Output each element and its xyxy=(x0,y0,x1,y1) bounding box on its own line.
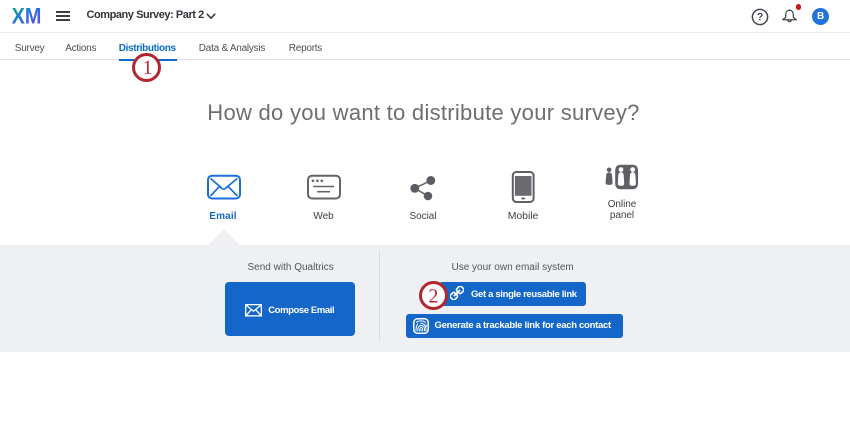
svg-text:XM: XM xyxy=(12,6,42,28)
